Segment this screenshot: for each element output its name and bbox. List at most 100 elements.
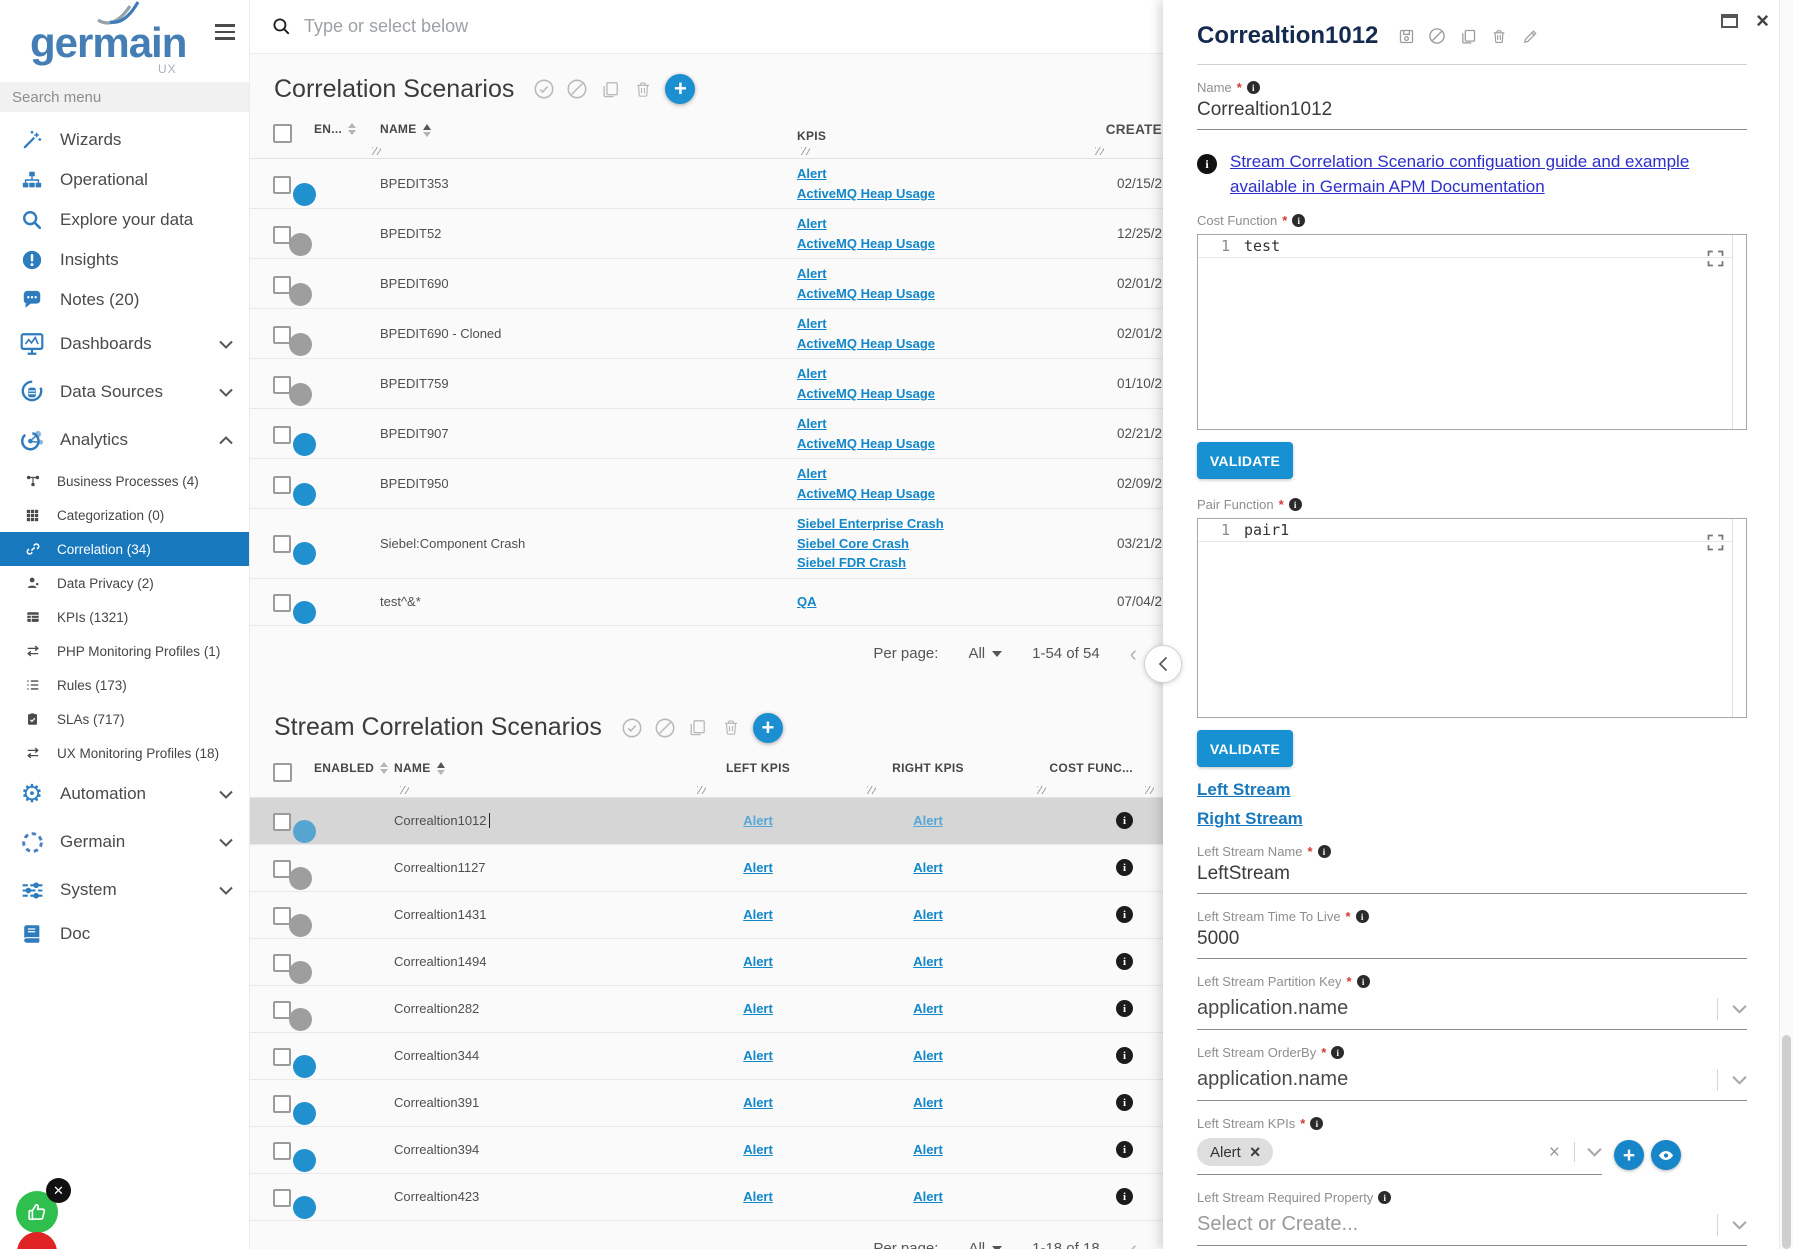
add-scenario-button[interactable]: + bbox=[665, 74, 695, 104]
row-checkbox[interactable] bbox=[273, 594, 291, 612]
info-icon[interactable]: i bbox=[1356, 910, 1369, 923]
cost-function-info-icon[interactable]: i bbox=[1116, 1188, 1133, 1205]
correlation-table-row[interactable]: Siebel:Component Crash Siebel Enterprise… bbox=[250, 509, 1163, 579]
remove-chip-icon[interactable]: × bbox=[1250, 1143, 1261, 1161]
select-value[interactable]: application.name bbox=[1197, 1068, 1717, 1091]
row-checkbox[interactable] bbox=[273, 226, 291, 244]
left-kpi-link[interactable]: Alert bbox=[743, 860, 773, 875]
info-icon[interactable]: i bbox=[1331, 1046, 1344, 1059]
correlation-table-row[interactable]: BPEDIT52 AlertActiveMQ Heap Usage 12/25/… bbox=[250, 209, 1163, 259]
disable-ban-icon[interactable] bbox=[566, 78, 588, 100]
sidebar-item-system[interactable]: System bbox=[0, 866, 249, 914]
row-checkbox[interactable] bbox=[273, 1095, 291, 1113]
stream-table-row[interactable]: Correaltion394 Alert Alert i bbox=[250, 1127, 1163, 1174]
editor-scrollbar[interactable] bbox=[1732, 235, 1733, 429]
documentation-link[interactable]: Stream Correlation Scenario configuation… bbox=[1230, 150, 1710, 199]
sidebar-item-ux-monitoring[interactable]: UX Monitoring Profiles (18) bbox=[0, 736, 249, 770]
cost-function-info-icon[interactable]: i bbox=[1116, 1000, 1133, 1017]
right-kpi-link[interactable]: Alert bbox=[913, 1142, 943, 1157]
sidebar-item-insights[interactable]: Insights bbox=[0, 240, 249, 280]
maximize-panel-icon[interactable] bbox=[1721, 14, 1738, 28]
left-kpi-link[interactable]: Alert bbox=[743, 1189, 773, 1204]
left-stream-partition-key-select[interactable]: application.name bbox=[1197, 991, 1747, 1030]
kpi-link[interactable]: Siebel Core Crash bbox=[797, 534, 1097, 554]
right-kpi-link[interactable]: Alert bbox=[913, 1189, 943, 1204]
main-search-input[interactable] bbox=[304, 16, 1163, 37]
chevron-down-icon[interactable] bbox=[1732, 1004, 1747, 1014]
sidebar-item-automation[interactable]: ⚙ Automation bbox=[0, 770, 249, 818]
trash-icon[interactable] bbox=[720, 717, 742, 739]
prev-page-icon[interactable]: ‹ bbox=[1130, 1238, 1137, 1249]
kpi-link[interactable]: ActiveMQ Heap Usage bbox=[797, 334, 1097, 354]
enable-check-circle-icon[interactable] bbox=[533, 78, 555, 100]
expand-editor-icon[interactable] bbox=[1705, 248, 1726, 269]
duplicate-icon[interactable] bbox=[687, 717, 709, 739]
correlation-table-row[interactable]: BPEDIT690 AlertActiveMQ Heap Usage 02/01… bbox=[250, 259, 1163, 309]
right-stream-link[interactable]: Right Stream bbox=[1197, 809, 1303, 829]
sidebar-item-categorization[interactable]: Categorization (0) bbox=[0, 498, 249, 532]
code-text[interactable]: pair1 bbox=[1244, 521, 1289, 539]
kpi-link[interactable]: ActiveMQ Heap Usage bbox=[797, 234, 1097, 254]
kpi-link[interactable]: QA bbox=[797, 592, 1097, 612]
column-resize-grip[interactable] bbox=[1145, 786, 1154, 794]
left-kpi-link[interactable]: Alert bbox=[743, 907, 773, 922]
select-value[interactable]: application.name bbox=[1197, 997, 1717, 1020]
row-checkbox[interactable] bbox=[273, 426, 291, 444]
row-checkbox[interactable] bbox=[273, 376, 291, 394]
row-checkbox[interactable] bbox=[273, 276, 291, 294]
select-all-checkbox[interactable] bbox=[273, 124, 292, 143]
cost-function-info-icon[interactable]: i bbox=[1116, 1047, 1133, 1064]
correlation-table-row[interactable]: test^&* QA 07/04/2 bbox=[250, 579, 1163, 626]
select-all-checkbox[interactable] bbox=[273, 763, 292, 782]
kpi-link[interactable]: Siebel FDR Crash bbox=[797, 553, 1097, 573]
kpis-multiselect[interactable]: Alert× × bbox=[1197, 1135, 1602, 1175]
pair-function-editor[interactable]: 1pair1 bbox=[1197, 518, 1747, 718]
info-icon[interactable]: i bbox=[1357, 975, 1370, 988]
cost-function-info-icon[interactable]: i bbox=[1116, 812, 1133, 829]
validate-cost-button[interactable]: VALIDATE bbox=[1197, 442, 1293, 479]
cost-function-info-icon[interactable]: i bbox=[1116, 1094, 1133, 1111]
column-resize-grip[interactable] bbox=[400, 786, 409, 794]
column-header-left-kpis[interactable]: LEFT KPIS bbox=[673, 761, 843, 775]
code-text[interactable]: test bbox=[1244, 237, 1280, 255]
column-header-name[interactable]: NAME bbox=[380, 122, 797, 136]
row-checkbox[interactable] bbox=[273, 813, 291, 831]
column-resize-grip[interactable] bbox=[801, 147, 810, 155]
left-stream-orderby-select[interactable]: application.name bbox=[1197, 1062, 1747, 1101]
row-checkbox[interactable] bbox=[273, 1189, 291, 1207]
sidebar-item-analytics[interactable]: Analytics bbox=[0, 416, 249, 464]
stream-table-row[interactable]: Correaltion423 Alert Alert i bbox=[250, 1174, 1163, 1221]
kpi-link[interactable]: ActiveMQ Heap Usage bbox=[797, 284, 1097, 304]
kpi-link[interactable]: Alert bbox=[797, 314, 1097, 334]
column-header-kpis[interactable]: KPIS bbox=[797, 122, 1097, 150]
chevron-down-icon[interactable] bbox=[1732, 1075, 1747, 1085]
sidebar-search-input[interactable] bbox=[0, 82, 249, 112]
right-kpi-link[interactable]: Alert bbox=[913, 1001, 943, 1016]
collapse-panel-button[interactable] bbox=[1144, 645, 1182, 683]
kpi-link[interactable]: Alert bbox=[797, 464, 1097, 484]
sidebar-item-wizards[interactable]: Wizards bbox=[0, 120, 249, 160]
chevron-down-icon[interactable] bbox=[1587, 1147, 1602, 1157]
enable-check-circle-icon[interactable] bbox=[621, 717, 643, 739]
column-resize-grip[interactable] bbox=[867, 786, 876, 794]
row-checkbox[interactable] bbox=[273, 907, 291, 925]
cost-function-info-icon[interactable]: i bbox=[1116, 953, 1133, 970]
correlation-table-row[interactable]: BPEDIT907 AlertActiveMQ Heap Usage 02/21… bbox=[250, 409, 1163, 459]
per-page-select[interactable]: All bbox=[968, 645, 1002, 662]
sidebar-item-notes[interactable]: Notes (20) bbox=[0, 280, 249, 320]
column-header-enabled[interactable]: ENABLED bbox=[314, 761, 394, 775]
right-kpi-link[interactable]: Alert bbox=[913, 813, 943, 828]
select-placeholder[interactable]: Select or Create... bbox=[1197, 1213, 1717, 1236]
close-panel-icon[interactable]: × bbox=[1756, 10, 1769, 32]
info-icon[interactable]: i bbox=[1247, 81, 1260, 94]
hamburger-menu-icon[interactable] bbox=[215, 24, 235, 40]
add-kpi-button[interactable]: + bbox=[1614, 1140, 1644, 1170]
left-stream-required-property-select[interactable]: Select or Create... bbox=[1197, 1207, 1747, 1246]
row-checkbox[interactable] bbox=[273, 1001, 291, 1019]
right-kpi-link[interactable]: Alert bbox=[913, 1095, 943, 1110]
row-checkbox[interactable] bbox=[273, 326, 291, 344]
sidebar-item-kpis[interactable]: KPIs (1321) bbox=[0, 600, 249, 634]
info-icon[interactable]: i bbox=[1310, 1117, 1323, 1130]
right-kpi-link[interactable]: Alert bbox=[913, 860, 943, 875]
info-icon[interactable]: i bbox=[1318, 845, 1331, 858]
